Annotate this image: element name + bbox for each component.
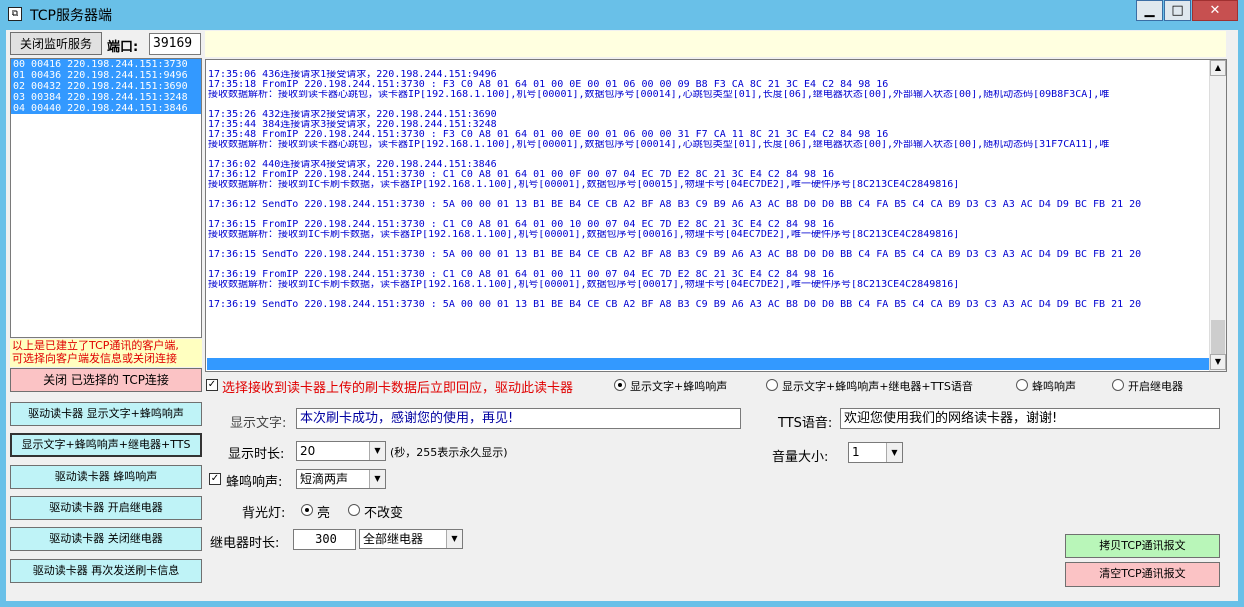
log-line: 17:36:15 SendTo 220.198.244.151:3730 : 5… bbox=[208, 250, 1142, 260]
app-icon: ⧉ bbox=[8, 7, 22, 21]
log-line: 17:36:12 SendTo 220.198.244.151:3730 : 5… bbox=[208, 200, 1142, 210]
backlight-off-radio[interactable] bbox=[348, 504, 360, 516]
chevron-down-icon[interactable]: ▼ bbox=[886, 443, 902, 462]
mode-radio-text-relay-tts[interactable] bbox=[766, 379, 778, 391]
mode-radio-text-beep[interactable] bbox=[614, 379, 626, 391]
client-list-item[interactable]: 01 00436 220.198.244.151:9496 bbox=[11, 70, 201, 81]
mode-label-beep: 蜂鸣响声 bbox=[1032, 380, 1076, 393]
drive-show-text-beep-button[interactable]: 驱动读卡器 显示文字+蜂鸣响声 bbox=[10, 402, 202, 426]
beep-value: 短滴两声 bbox=[300, 472, 349, 486]
drive-resend-button[interactable]: 驱动读卡器 再次发送刷卡信息 bbox=[10, 559, 202, 583]
title-bar bbox=[0, 0, 1244, 30]
relay-select-value: 全部继电器 bbox=[363, 532, 424, 546]
volume-label: 音量大小: bbox=[772, 450, 829, 465]
client-list-item[interactable]: 03 00384 220.198.244.151:3248 bbox=[11, 92, 201, 103]
tts-label: TTS语音: bbox=[778, 416, 833, 431]
client-note-line: 可选择向客户端发信息或关闭连接 bbox=[12, 352, 177, 365]
backlight-off-label: 不改变 bbox=[364, 506, 404, 521]
relay-select[interactable]: 全部继电器 ▼ bbox=[359, 529, 463, 549]
log-spacer bbox=[208, 190, 1208, 200]
tcp-log[interactable]: 17:35:06 436连接请求1接受请求，220.198.244.151:94… bbox=[205, 59, 1227, 372]
show-text-relay-tts-button[interactable]: 显示文字+蜂鸣响声+继电器+TTS bbox=[10, 433, 202, 457]
client-list-item[interactable]: 04 00440 220.198.244.151:3846 bbox=[11, 103, 201, 114]
clear-log-button[interactable]: 清空TCP通讯报文 bbox=[1065, 562, 1220, 587]
mode-label-text-relay-tts: 显示文字+蜂鸣响声+继电器+TTS语音 bbox=[782, 380, 973, 393]
tcp-log-content: 17:35:06 436连接请求1接受请求，220.198.244.151:94… bbox=[208, 70, 1208, 310]
display-text-label: 显示文字: bbox=[230, 416, 287, 431]
log-line: 接收数据解析：接收到IC卡刷卡数据，读卡器IP[192.168.1.100],机… bbox=[208, 180, 960, 190]
minimize-button[interactable]: ▁ bbox=[1136, 0, 1163, 21]
scroll-down-icon[interactable]: ▼ bbox=[1210, 354, 1226, 370]
log-line: 17:36:15 FromIP 220.198.244.151:3730 : C… bbox=[208, 220, 835, 230]
drive-close-relay-button[interactable]: 驱动读卡器 关闭继电器 bbox=[10, 527, 202, 551]
log-spacer bbox=[208, 150, 1208, 160]
mode-label-open-relay: 开启继电器 bbox=[1128, 380, 1183, 393]
copy-log-button[interactable]: 拷贝TCP通讯报文 bbox=[1065, 534, 1220, 558]
client-note: 以上是已建立了TCP通讯的客户端, 可选择向客户端发信息或关闭连接 bbox=[10, 339, 202, 367]
drive-beep-button[interactable]: 驱动读卡器 蜂鸣响声 bbox=[10, 465, 202, 489]
close-window-button[interactable]: ✕ bbox=[1192, 0, 1238, 21]
beep-label: 蜂鸣响声: bbox=[226, 475, 283, 490]
client-list[interactable]: 00 00416 220.198.244.151:3730 01 00436 22… bbox=[10, 58, 202, 338]
maximize-button[interactable]: □ bbox=[1164, 0, 1191, 21]
stop-listen-button[interactable]: 关闭监听服务 bbox=[10, 32, 102, 55]
port-input[interactable]: 39169 bbox=[149, 33, 201, 55]
close-connection-button[interactable]: 关闭 已选择的 TCP连接 bbox=[10, 368, 202, 392]
auto-reply-label: 选择接收到读卡器上传的刷卡数据后立即回应，驱动此读卡器 bbox=[222, 381, 574, 396]
auto-reply-checkbox[interactable]: ✓ bbox=[206, 379, 218, 391]
backlight-label: 背光灯: bbox=[242, 506, 286, 521]
log-spacer bbox=[208, 210, 1208, 220]
status-strip bbox=[205, 31, 1226, 57]
chevron-down-icon[interactable]: ▼ bbox=[446, 530, 462, 548]
log-line: 接收数据解析：接收到读卡器心跳包，读卡器IP[192.168.1.100],机号… bbox=[208, 90, 1110, 100]
duration-value: 20 bbox=[300, 444, 316, 458]
volume-select[interactable]: 1 ▼ bbox=[848, 442, 903, 463]
backlight-on-label: 亮 bbox=[317, 506, 331, 521]
volume-value: 1 bbox=[852, 445, 860, 459]
tts-input[interactable]: 欢迎您使用我们的网络读卡器，谢谢! bbox=[840, 408, 1220, 429]
scroll-thumb[interactable] bbox=[1211, 320, 1225, 354]
duration-select[interactable]: 20 ▼ bbox=[296, 441, 386, 461]
chevron-down-icon[interactable]: ▼ bbox=[369, 442, 385, 460]
log-spacer bbox=[208, 240, 1208, 250]
log-spacer bbox=[208, 100, 1208, 110]
log-line: 接收数据解析：接收到IC卡刷卡数据，读卡器IP[192.168.1.100],机… bbox=[208, 230, 960, 240]
log-line: 17:35:44 384连接请求3接受请求，220.198.244.151:32… bbox=[208, 120, 497, 130]
window-title: TCP服务器端 bbox=[30, 8, 112, 24]
display-text-input[interactable]: 本次刷卡成功，感谢您的使用，再见! bbox=[296, 408, 741, 429]
mode-radio-beep[interactable] bbox=[1016, 379, 1028, 391]
log-line: 17:35:26 432连接请求2接受请求，220.198.244.151:36… bbox=[208, 110, 497, 120]
port-label: 端口: bbox=[107, 40, 139, 55]
log-line: 17:35:06 436连接请求1接受请求，220.198.244.151:94… bbox=[208, 70, 497, 80]
beep-checkbox[interactable]: ✓ bbox=[209, 473, 221, 485]
client-note-line: 以上是已建立了TCP通讯的客户端, bbox=[12, 339, 179, 352]
log-spacer bbox=[208, 260, 1208, 270]
scroll-up-icon[interactable]: ▲ bbox=[1210, 60, 1226, 76]
relay-duration-label: 继电器时长: bbox=[210, 536, 280, 551]
log-line: 17:36:12 FromIP 220.198.244.151:3730 : C… bbox=[208, 170, 835, 180]
log-line: 17:36:02 440连接请求4接受请求，220.198.244.151:38… bbox=[208, 160, 497, 170]
duration-hint: (秒，255表示永久显示) bbox=[390, 446, 508, 459]
backlight-on-radio[interactable] bbox=[301, 504, 313, 516]
log-spacer bbox=[208, 290, 1208, 300]
relay-duration-input[interactable]: 300 bbox=[293, 529, 356, 550]
client-list-item[interactable]: 02 00432 220.198.244.151:3690 bbox=[11, 81, 201, 92]
log-selection-bar bbox=[207, 358, 1210, 370]
mode-label-text-beep: 显示文字+蜂鸣响声 bbox=[630, 380, 728, 393]
log-line: 17:35:48 FromIP 220.198.244.151:3730 : F… bbox=[208, 130, 889, 140]
client-area: 关闭监听服务 端口: 39169 00 00416 220.198.244.15… bbox=[6, 30, 1238, 601]
log-line: 接收数据解析：接收到IC卡刷卡数据，读卡器IP[192.168.1.100],机… bbox=[208, 280, 960, 290]
drive-open-relay-button[interactable]: 驱动读卡器 开启继电器 bbox=[10, 496, 202, 520]
log-scrollbar[interactable]: ▲ ▼ bbox=[1209, 60, 1226, 371]
chevron-down-icon[interactable]: ▼ bbox=[369, 470, 385, 488]
duration-label: 显示时长: bbox=[228, 447, 285, 462]
beep-select[interactable]: 短滴两声 ▼ bbox=[296, 469, 386, 489]
log-line: 17:36:19 SendTo 220.198.244.151:3730 : 5… bbox=[208, 300, 1142, 310]
client-list-item[interactable]: 00 00416 220.198.244.151:3730 bbox=[11, 59, 201, 70]
log-line: 17:35:18 FromIP 220.198.244.151:3730 : F… bbox=[208, 80, 889, 90]
log-line: 接收数据解析：接收到读卡器心跳包，读卡器IP[192.168.1.100],机号… bbox=[208, 140, 1110, 150]
log-line: 17:36:19 FromIP 220.198.244.151:3730 : C… bbox=[208, 270, 835, 280]
mode-radio-open-relay[interactable] bbox=[1112, 379, 1124, 391]
